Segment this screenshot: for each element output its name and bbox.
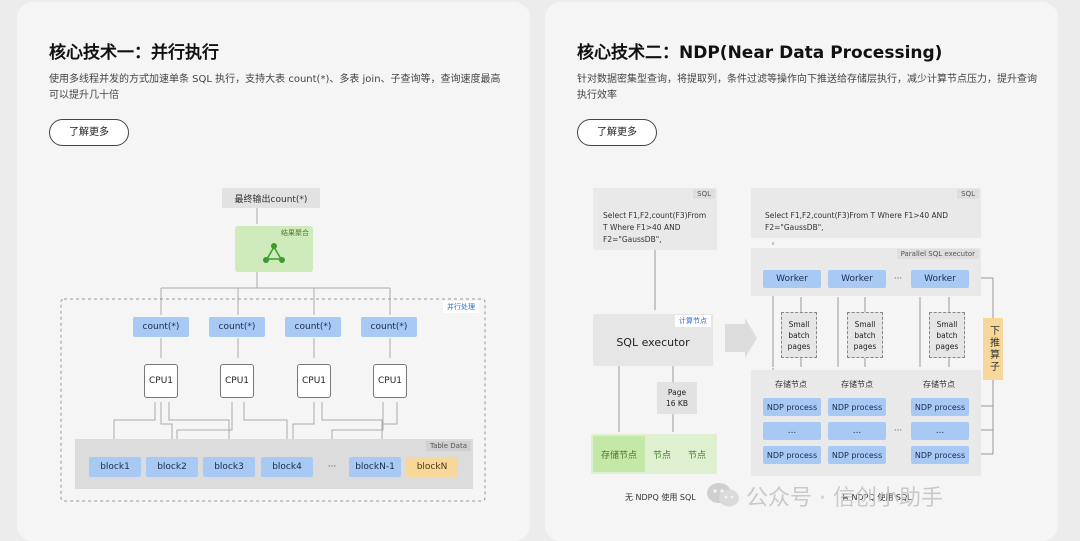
storage-node-3: 节点 [687, 450, 706, 461]
cpu-chip-4: CPU1 [373, 364, 407, 398]
ndp-process-2b: NDP process [828, 446, 886, 464]
sql-box-right: SQL Select F1,F2,count(F3)From T Where F… [751, 188, 981, 238]
worker-2: Worker [828, 270, 886, 288]
sql-executor-box: 计算节点 SQL executor [593, 314, 713, 366]
ndp-ellipsis: ··· [893, 426, 903, 436]
storage-node-label-2: 存储节点 [841, 379, 873, 389]
cpu-chip-2: CPU1 [220, 364, 254, 398]
sql-tag: SQL [957, 189, 979, 199]
parallel-execution-card: 核心技术一：并行执行 使用多线程并发的方式加速单条 SQL 执行，支持大表 co… [17, 2, 530, 541]
ndp-dots-3: ... [911, 422, 969, 440]
ndp-process-3a: NDP process [911, 398, 969, 416]
parallel-label: 并行处理 [443, 301, 479, 313]
block-2: block2 [146, 457, 198, 477]
page-box: Page 16 KB [657, 382, 697, 414]
block-n-1: blockN-1 [349, 457, 401, 477]
sql-query-text: Select F1,F2,count(F3)From T Where F1>40… [765, 211, 949, 232]
storage-node-label-3: 存储节点 [923, 379, 955, 389]
ndp-card: 核心技术二：NDP(Near Data Processing) 针对数据密集型查… [545, 2, 1058, 541]
cpu-chip-1: CPU1 [144, 364, 178, 398]
block-ellipsis: ··· [327, 462, 337, 472]
count-box-4: count(*) [361, 317, 417, 337]
small-batch-3: Small batch pages [929, 312, 965, 358]
ndp-process-3b: NDP process [911, 446, 969, 464]
small-batch-1: Small batch pages [781, 312, 817, 358]
worker-3: Worker [911, 270, 969, 288]
table-data-label: Table Data [425, 441, 471, 451]
ndp-process-1a: NDP process [763, 398, 821, 416]
sql-executor-label: SQL executor [616, 336, 690, 349]
storage-node-label-1: 存储节点 [775, 379, 807, 389]
ndp-process-2a: NDP process [828, 398, 886, 416]
block-1: block1 [89, 457, 141, 477]
no-ndp-caption: 无 NDPQ 使用 SQL [625, 493, 696, 502]
parallel-exec-label: Parallel SQL executor [896, 249, 979, 259]
final-output-box: 最终输出count(*) [222, 188, 320, 208]
aggregate-box: 结果聚合 [235, 226, 313, 272]
small-batch-2: Small batch pages [847, 312, 883, 358]
sql-box-left: SQL Select F1,F2,count(F3)From T Where F… [593, 188, 717, 250]
storage-node-1: 存储节点 [593, 436, 645, 472]
watermark: 公众号 · 信创小助手 [746, 486, 943, 511]
count-box-3: count(*) [285, 317, 341, 337]
ndp-dots-1: ... [763, 422, 821, 440]
ndp-process-1b: NDP process [763, 446, 821, 464]
wechat-logo-icon [707, 483, 739, 507]
cpu-chip-3: CPU1 [297, 364, 331, 398]
sql-query-text: Select F1,F2,count(F3)From T Where F1>40… [603, 211, 707, 244]
count-box-2: count(*) [209, 317, 265, 337]
block-3: block3 [203, 457, 255, 477]
block-n: blockN [406, 457, 458, 477]
count-box-1: count(*) [133, 317, 189, 337]
compute-node-label: 计算节点 [675, 315, 711, 327]
block-4: block4 [261, 457, 313, 477]
aggregate-label: 结果聚合 [281, 229, 309, 237]
worker-ellipsis: ··· [893, 274, 903, 284]
ndp-dots-2: ... [828, 422, 886, 440]
storage-node-2: 节点 [652, 450, 671, 461]
sql-tag: SQL [693, 189, 715, 199]
worker-1: Worker [763, 270, 821, 288]
pushdown-operator: 下推算子 [983, 318, 1003, 380]
aggregate-icon [263, 243, 285, 263]
